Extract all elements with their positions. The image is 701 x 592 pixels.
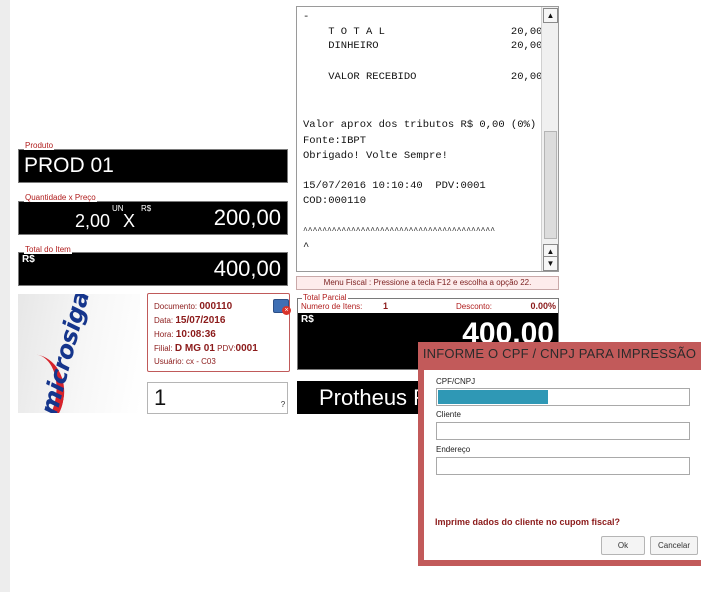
produto-label: Produto (24, 141, 55, 150)
receipt-line: Obrigado! Volte Sempre! (303, 150, 448, 162)
times-sign: X (123, 211, 136, 231)
desconto-label: Desconto: (456, 302, 493, 311)
hora-value: 10:08:36 (175, 329, 216, 340)
receipt-line: VALOR RECEBIDO 20,00 (303, 71, 543, 83)
scroll-thumb[interactable] (544, 131, 557, 239)
receipt-line: DINHEIRO 20,00 (303, 40, 543, 52)
document-info-panel: Documento: 000110 Data: 15/07/2016 Hora:… (147, 293, 291, 372)
close-icon: × (282, 306, 291, 315)
cliente-input[interactable] (436, 422, 690, 440)
receipt-panel: - T O T A L 20,00 DINHEIRO 20,00 VALOR R… (296, 6, 559, 272)
documento-row: Documento: 000110 (154, 301, 232, 312)
receipt-line: ^ (303, 241, 310, 253)
receipt-text: - T O T A L 20,00 DINHEIRO 20,00 VALOR R… (297, 7, 542, 271)
total-item-display: R$ 400,00 (18, 252, 288, 286)
monitor-icon[interactable]: × (273, 299, 291, 315)
quantidade-preco-display: 2,00 UN X R$ 200,00 (18, 201, 288, 235)
currency-label: R$ (141, 204, 152, 213)
documento-label: Documento: (154, 302, 198, 311)
left-bar (0, 0, 10, 592)
hora-row: Hora: 10:08:36 (154, 329, 216, 340)
filial-row: Filial: D MG 01 PDV:0001 (154, 343, 258, 354)
cancel-button[interactable]: Cancelar (650, 536, 698, 555)
pdv-label: PDV: (217, 344, 236, 353)
cpf-selection (438, 390, 548, 404)
total-item-value: 400,00 (213, 256, 281, 281)
quantidade-value: 2,00 (75, 211, 111, 231)
help-icon[interactable]: ? (278, 392, 288, 418)
produto-value: PROD 01 (24, 154, 114, 177)
cpf-dialog: INFORME O CPF / CNPJ PARA IMPRESSÃO CPF/… (418, 342, 701, 566)
hora-label: Hora: (154, 330, 174, 339)
receipt-line: COD:000110 (303, 195, 367, 207)
endereco-input[interactable] (436, 457, 690, 475)
receipt-scrollbar[interactable]: ▲ ▲ ▼ (541, 7, 558, 271)
total-parcial-label: Total Parcial (302, 293, 348, 302)
cliente-label: Cliente (436, 410, 461, 419)
dialog-title: INFORME O CPF / CNPJ PARA IMPRESSÃO (422, 346, 697, 361)
desconto-value: 0.00% (530, 301, 556, 311)
microsiga-logo: microsiga (18, 294, 140, 413)
receipt-line: Fonte:IBPT (303, 135, 367, 147)
usuario-row: Usuário: cx - C03 (154, 357, 216, 366)
quantidade-label: Quantidade x Preço (24, 193, 97, 202)
scroll-down-arrow-icon[interactable]: ▼ (543, 256, 558, 271)
cpf-cnpj-input[interactable] (436, 388, 690, 406)
scroll-up-arrow-icon[interactable]: ▲ (543, 8, 558, 23)
dialog-body: CPF/CNPJ Cliente Endereço Imprime dados … (424, 370, 701, 560)
preco-value: 200,00 (213, 205, 281, 230)
endereco-label: Endereço (436, 445, 471, 454)
menu-fiscal-hint: Menu Fiscal : Pressione a tecla F12 e es… (296, 276, 559, 290)
cpf-label: CPF/CNPJ (436, 377, 476, 386)
currency-label: R$ (301, 314, 314, 325)
receipt-line: Valor aprox dos tributos R$ 0,00 (0%) (303, 119, 537, 131)
data-label: Data: (154, 316, 174, 325)
print-client-question: Imprime dados do cliente no cupom fiscal… (435, 517, 621, 527)
total-item-label: Total do Item (24, 245, 72, 254)
documento-value: 000110 (199, 301, 233, 312)
logo-text: microsiga (35, 294, 95, 413)
filial-value: D MG 01 (174, 343, 215, 354)
data-value: 15/07/2016 (175, 315, 226, 326)
receipt-line: 15/07/2016 10:10:40 PDV:0001 (303, 180, 486, 192)
quantity-input-value: 1 (154, 385, 167, 410)
filial-label: Filial: (154, 344, 173, 353)
receipt-line: T O T A L 20,00 (303, 26, 543, 38)
receipt-line: ^^^^^^^^^^^^^^^^^^^^^^^^^^^^^^^^^^^^^^^^ (303, 227, 496, 236)
ok-button[interactable]: Ok (601, 536, 645, 555)
produto-display: PROD 01 (18, 149, 288, 183)
unit-label: UN (112, 204, 124, 213)
itens-value: 1 (383, 301, 389, 311)
usuario-label: Usuário: (154, 357, 184, 366)
quantity-input[interactable]: 1 ? (147, 382, 288, 414)
currency-label: R$ (22, 254, 35, 265)
pdv-value: 0001 (235, 343, 258, 354)
receipt-line: - (303, 11, 310, 23)
usuario-value: cx - C03 (186, 357, 216, 366)
itens-label: Numero de Itens: (301, 302, 363, 311)
data-row: Data: 15/07/2016 (154, 315, 225, 326)
